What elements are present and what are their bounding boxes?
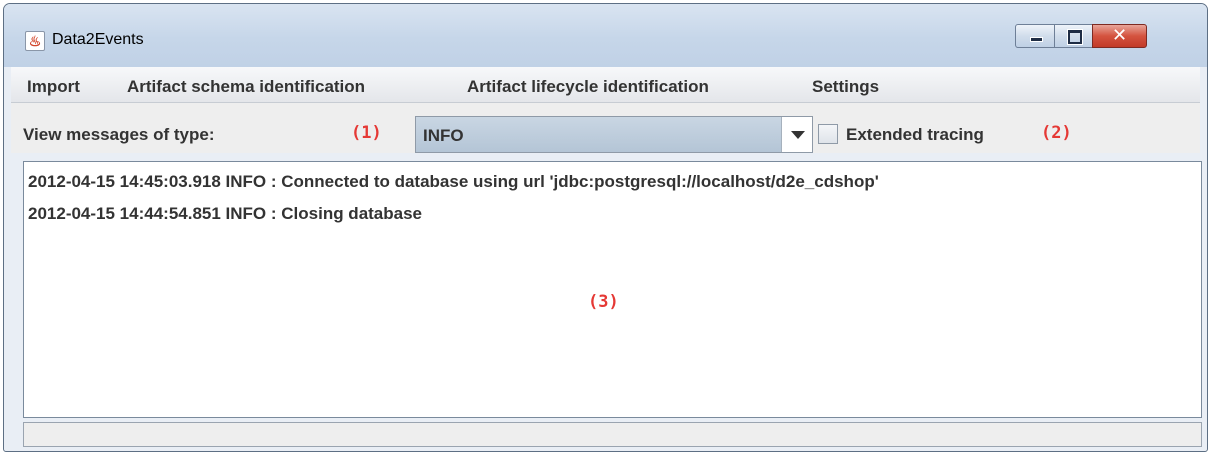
minimize-button[interactable] [1015, 24, 1055, 48]
title-bar[interactable]: ♨ Data2Events ✕ [4, 4, 1207, 67]
log-line: 2012-04-15 14:45:03.918 INFO : Connected… [28, 172, 879, 191]
dropdown-button[interactable] [781, 117, 812, 152]
menu-import[interactable]: Import [27, 77, 80, 97]
filter-toolbar: View messages of type: (1) INFO Extended… [11, 103, 1200, 153]
close-button[interactable]: ✕ [1092, 24, 1147, 48]
annotation-marker-1: (1) [351, 123, 382, 143]
extended-tracing-checkbox[interactable] [818, 124, 838, 144]
menu-artifact-schema-identification[interactable]: Artifact schema identification [127, 77, 365, 97]
menu-settings[interactable]: Settings [812, 77, 879, 97]
menu-bar: Import Artifact schema identification Ar… [11, 67, 1200, 103]
annotation-marker-2: (2) [1041, 123, 1072, 143]
annotation-marker-3: (3) [588, 292, 619, 312]
maximize-icon [1068, 30, 1082, 44]
minimize-icon [1030, 37, 1043, 42]
view-messages-label: View messages of type: [23, 125, 215, 144]
main-window: ♨ Data2Events ✕ Import Artifact schema i… [3, 3, 1208, 452]
status-bar [23, 422, 1202, 447]
log-line: 2012-04-15 14:44:54.851 INFO : Closing d… [28, 204, 423, 223]
maximize-button[interactable] [1054, 24, 1093, 48]
menu-artifact-lifecycle-identification[interactable]: Artifact lifecycle identification [467, 77, 709, 97]
chevron-down-icon [791, 131, 805, 139]
message-type-value: INFO [423, 126, 464, 145]
java-coffee-icon: ♨ [25, 31, 45, 51]
extended-tracing-label[interactable]: Extended tracing [846, 125, 984, 145]
window-title: Data2Events [52, 31, 144, 48]
close-icon: ✕ [1111, 25, 1128, 46]
message-type-select[interactable]: INFO [415, 116, 813, 153]
log-messages-area[interactable]: 2012-04-15 14:45:03.918 INFO : Connected… [23, 161, 1202, 418]
